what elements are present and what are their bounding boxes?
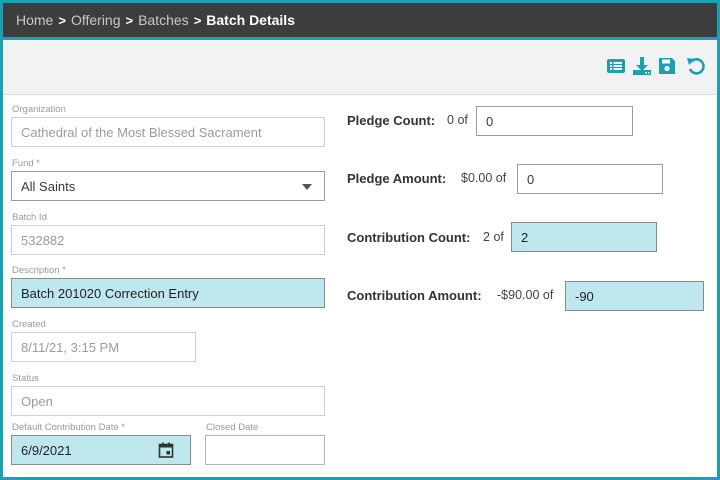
contribution-amount-current: -$90.00 of: [497, 288, 553, 302]
default-contribution-date-input[interactable]: 6/9/2021: [11, 435, 191, 465]
status-label: Status: [12, 373, 39, 384]
contribution-count-input[interactable]: 2: [511, 222, 657, 252]
created-field: 8/11/21, 3:15 PM: [11, 332, 196, 362]
chevron-down-icon: [302, 184, 312, 190]
default-contribution-date-value: 6/9/2021: [21, 442, 72, 458]
pledge-amount-label: Pledge Amount:: [347, 171, 447, 186]
contribution-amount-input[interactable]: -90: [565, 281, 704, 311]
breadcrumb-current: Batch Details: [206, 12, 295, 28]
breadcrumb-batches[interactable]: Batches: [138, 12, 189, 28]
created-label: Created: [12, 319, 46, 330]
contribution-count-label: Contribution Count:: [347, 230, 471, 245]
pledge-count-input[interactable]: 0: [476, 106, 633, 136]
undo-icon[interactable]: [686, 56, 706, 76]
contribution-count-of: of: [493, 230, 504, 244]
pledge-count-current-value: 0: [447, 113, 454, 127]
chevron-right-icon: >: [193, 12, 202, 28]
contribution-amount-value: -90: [575, 288, 594, 304]
contribution-count-current-value: 2: [483, 230, 490, 244]
save-icon[interactable]: [657, 56, 677, 76]
organization-value: Cathedral of the Most Blessed Sacrament: [21, 124, 262, 140]
batch-id-field: 532882: [11, 225, 325, 255]
organization-label: Organization: [12, 104, 66, 115]
chevron-right-icon: >: [125, 12, 134, 28]
pledge-count-of: of: [457, 113, 468, 127]
batch-id-label: Batch Id: [12, 212, 47, 223]
chevron-right-icon: >: [58, 12, 66, 28]
contribution-amount-label: Contribution Amount:: [347, 288, 482, 303]
pledge-amount-of: of: [495, 171, 507, 185]
download-icon[interactable]: [632, 56, 652, 76]
contribution-amount-current-value: -$90.00: [497, 288, 540, 302]
fund-value: All Saints: [21, 178, 76, 194]
contribution-count-current: 2 of: [483, 230, 504, 244]
pledge-amount-input[interactable]: 0: [517, 164, 663, 194]
status-field: Open: [11, 386, 325, 416]
toolbar: [3, 40, 717, 95]
batch-id-value: 532882: [21, 232, 65, 248]
calendar-icon[interactable]: [158, 442, 174, 458]
closed-date-input[interactable]: [205, 435, 325, 465]
list-icon[interactable]: [606, 56, 626, 76]
fund-label: Fund *: [12, 158, 40, 169]
default-contribution-date-label: Default Contribution Date *: [12, 422, 126, 433]
description-value: Batch 201020 Correction Entry: [21, 285, 199, 301]
breadcrumb-home[interactable]: Home: [16, 12, 53, 28]
status-value: Open: [21, 393, 53, 409]
pledge-count-value: 0: [486, 113, 494, 129]
contribution-count-value: 2: [521, 229, 529, 245]
pledge-count-label: Pledge Count:: [347, 113, 436, 128]
pledge-count-current: 0 of: [447, 113, 468, 127]
breadcrumb-offering[interactable]: Offering: [71, 12, 121, 28]
description-input[interactable]: Batch 201020 Correction Entry: [11, 278, 325, 308]
pledge-amount-current-value: $0.00: [461, 171, 493, 185]
organization-field: Cathedral of the Most Blessed Sacrament: [11, 117, 325, 147]
pledge-amount-value: 0: [527, 171, 535, 187]
description-label: Description *: [12, 265, 66, 276]
contribution-amount-of: of: [542, 288, 554, 302]
breadcrumb: Home > Offering > Batches > Batch Detail…: [3, 3, 717, 37]
fund-select[interactable]: All Saints: [11, 171, 325, 201]
created-value: 8/11/21, 3:15 PM: [21, 339, 120, 355]
closed-date-label: Closed Date: [206, 422, 259, 433]
pledge-amount-current: $0.00 of: [461, 171, 506, 185]
